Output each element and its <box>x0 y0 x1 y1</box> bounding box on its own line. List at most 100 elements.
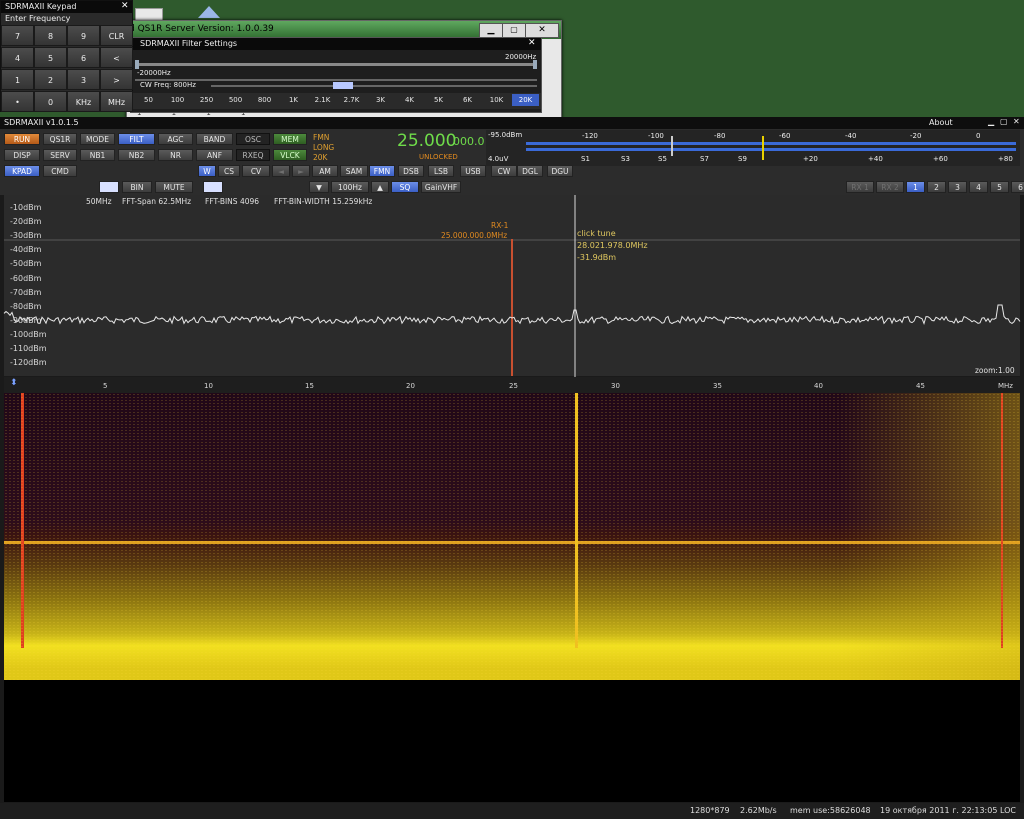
tune-title: click tune <box>577 229 616 238</box>
close-icon[interactable]: ✕ <box>528 38 536 48</box>
mode-sam[interactable]: SAM <box>340 165 368 177</box>
filter-width-button[interactable]: 3K <box>367 94 394 106</box>
minimize-button[interactable]: ▁ <box>479 23 503 38</box>
keypad-key[interactable]: > <box>100 69 133 90</box>
server-title: d QS1R Server Version: 1.0.0.39 <box>129 24 274 34</box>
keypad-key[interactable]: • <box>1 91 34 112</box>
tune-level: -31.9dBm <box>577 253 617 262</box>
keypad-key[interactable]: KHz <box>67 91 100 112</box>
mode-dgu[interactable]: DGU <box>547 165 573 177</box>
filter-width-button[interactable]: 100 <box>164 94 191 106</box>
button-filt[interactable]: FILT <box>118 133 155 145</box>
frequency-axis-label: 40 <box>814 382 823 390</box>
keypad-key[interactable]: 7 <box>1 25 34 46</box>
keypad-key[interactable]: 2 <box>34 69 67 90</box>
mode-am[interactable]: AM <box>312 165 338 177</box>
frequency-axis-label: 15 <box>305 382 314 390</box>
waterfall[interactable] <box>4 393 1020 680</box>
close-icon[interactable]: ✕ <box>121 1 129 11</box>
high-slider-track[interactable] <box>135 63 537 66</box>
spectrum-y-label: -40dBm <box>10 245 42 255</box>
filter-width-button[interactable]: 5K <box>425 94 452 106</box>
filter-width-button[interactable]: 500 <box>222 94 249 106</box>
rx-number-tab[interactable]: 2 <box>927 181 946 193</box>
keypad-key[interactable]: 9 <box>67 25 100 46</box>
rx-frequency: 25.000.000.0MHz <box>441 231 508 240</box>
maximize-button[interactable]: ▢ <box>502 23 526 38</box>
filter-width-button[interactable]: 800 <box>251 94 278 106</box>
mode-fmn[interactable]: FMN <box>369 165 395 177</box>
button-nb1[interactable]: NB1 <box>80 149 115 161</box>
rx-number-tab[interactable]: 6 <box>1011 181 1024 193</box>
status-mem: mem use:58626048 <box>790 806 871 815</box>
button-nb2[interactable]: NB2 <box>118 149 155 161</box>
filter-width-button[interactable]: 50 <box>135 94 162 106</box>
rx-number-tab[interactable]: 5 <box>990 181 1009 193</box>
keypad-key[interactable]: < <box>100 47 133 68</box>
button-kpad[interactable]: KPAD <box>4 165 40 177</box>
filter-width-button[interactable]: 2.7K <box>338 94 365 106</box>
button-vlck[interactable]: VLCK <box>273 149 307 161</box>
filter-high-value: 20000Hz <box>505 53 537 61</box>
keypad-key[interactable]: 1 <box>1 69 34 90</box>
filter-width-button[interactable]: 250 <box>193 94 220 106</box>
rx-number-tab[interactable]: 3 <box>948 181 967 193</box>
filter-width-button[interactable]: 4K <box>396 94 423 106</box>
button-anf[interactable]: ANF <box>196 149 233 161</box>
zoom-label: zoom:1.00 <box>975 366 1015 375</box>
waterfall-noise <box>4 393 1020 680</box>
filter-width-row: 50 100 250 500 800 1K 2.1K 2.7K 3K 4K 5K 6K 10K 20K <box>131 93 541 109</box>
keypad-title-bar: SDRMAXII Keypad ✕ <box>1 1 132 13</box>
keypad-key[interactable]: MHz <box>100 91 133 112</box>
waterfall-empty <box>4 680 1020 802</box>
button-mode[interactable]: MODE <box>80 133 115 145</box>
button-disp[interactable]: DISP <box>4 149 40 161</box>
button-agc[interactable]: AGC <box>158 133 193 145</box>
low-slider-handle[interactable] <box>135 60 139 69</box>
mode-cw[interactable]: CW <box>491 165 517 177</box>
high-slider-handle[interactable] <box>533 60 537 69</box>
desktop-icon[interactable] <box>198 6 220 18</box>
button-cmd[interactable]: CMD <box>43 165 77 177</box>
close-button[interactable]: ✕ <box>525 23 559 38</box>
keypad-key[interactable]: 6 <box>67 47 100 68</box>
mode-dsb[interactable]: DSB <box>398 165 424 177</box>
filter-width-button[interactable]: 2.1K <box>309 94 336 106</box>
filter-title: SDRMAXII Filter Settings <box>140 39 238 48</box>
spectrum-y-label: -20dBm <box>10 217 42 227</box>
button-osc[interactable]: OSC <box>236 133 270 145</box>
button-nr[interactable]: NR <box>158 149 193 161</box>
keypad-key[interactable]: 4 <box>1 47 34 68</box>
rx-marker <box>511 239 513 376</box>
filter-low-value: -20000Hz <box>137 69 171 77</box>
rx-number-tab[interactable]: 4 <box>969 181 988 193</box>
status-rate: 2.62Mb/s <box>740 806 777 815</box>
spectrum-y-label: -80dBm <box>10 301 42 311</box>
axis-toggle-icon[interactable]: ⬍ <box>10 378 18 388</box>
rx-number-tab[interactable]: 1 <box>906 181 925 193</box>
mode-lsb[interactable]: LSB <box>428 165 454 177</box>
keypad-key[interactable]: 0 <box>34 91 67 112</box>
spectrum-y-label: -90dBm <box>10 315 42 325</box>
filter-width-button[interactable]: 10K <box>483 94 510 106</box>
button-qs1r[interactable]: QS1R <box>43 133 77 145</box>
mode-usb[interactable]: USB <box>460 165 486 177</box>
filter-width-button[interactable]: 20K <box>512 94 539 106</box>
keypad-key[interactable]: 3 <box>67 69 100 90</box>
filter-width-button[interactable]: 6K <box>454 94 481 106</box>
filter-width-button[interactable]: 1K <box>280 94 307 106</box>
spectrum-y-label: -100dBm <box>10 329 47 339</box>
button-serv[interactable]: SERV <box>43 149 77 161</box>
filter-window: SDRMAXII Filter Settings ✕ 20000Hz -2000… <box>130 37 542 113</box>
button-mem[interactable]: MEM <box>273 133 307 145</box>
cw-freq-slider-handle[interactable] <box>333 82 353 89</box>
mode-dgl[interactable]: DGL <box>517 165 543 177</box>
button-band[interactable]: BAND <box>196 133 233 145</box>
keypad-key[interactable]: 8 <box>34 25 67 46</box>
keypad-key[interactable]: CLR <box>100 25 133 46</box>
cw-freq-slider-track[interactable] <box>211 85 537 87</box>
button-run[interactable]: RUN <box>4 133 40 145</box>
spectrum-y-label: -50dBm <box>10 259 42 269</box>
button-rxeq[interactable]: RXEQ <box>236 149 270 161</box>
keypad-key[interactable]: 5 <box>34 47 67 68</box>
